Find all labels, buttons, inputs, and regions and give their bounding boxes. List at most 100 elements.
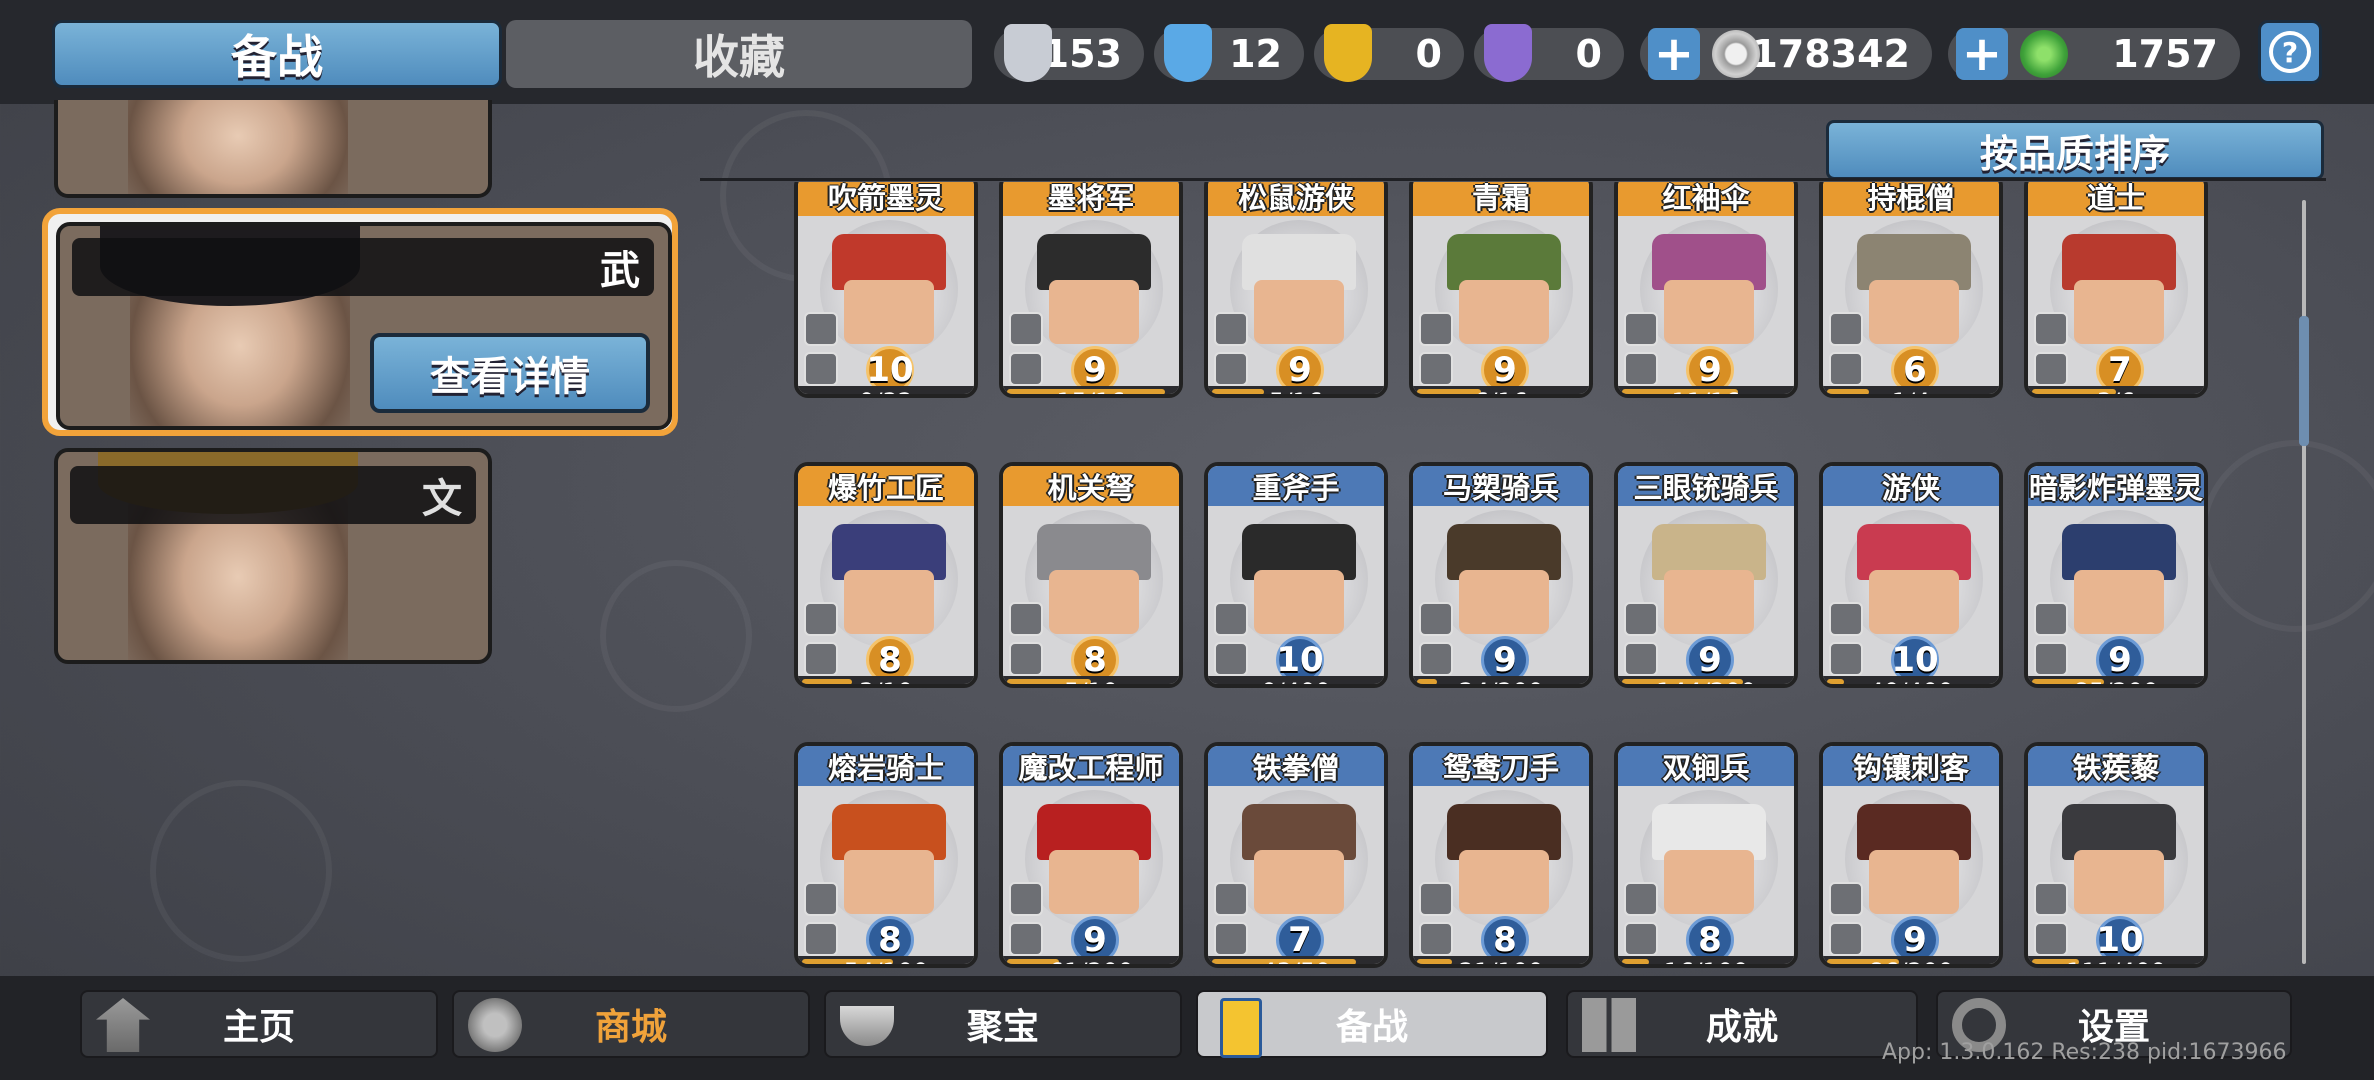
unit-progress-text: 3/6 [2028, 388, 2204, 394]
unit-face [1869, 280, 1959, 344]
hero-card-civil[interactable]: 文 [54, 448, 492, 664]
unit-progress-text: 40/400 [1823, 678, 1999, 684]
unit-card[interactable]: 持棍僧61/4 [1819, 182, 2003, 398]
cards-icon [1220, 998, 1262, 1058]
unit-name: 三眼铳骑兵 [1618, 466, 1794, 506]
unit-trait-icon [1829, 922, 1863, 956]
unit-skill-icon [804, 602, 838, 636]
unit-card[interactable]: 铁拳僧743/50 [1204, 742, 1388, 968]
unit-card[interactable]: 熔岩骑士854/100 [794, 742, 978, 968]
unit-face [1459, 850, 1549, 914]
unit-face [1049, 850, 1139, 914]
unit-grid: 吹箭墨灵100/32墨将军915/16松鼠游侠95/16青霜96/16红袖伞91… [780, 182, 2220, 982]
unit-card[interactable]: 三眼铳骑兵9144/200 [1614, 462, 1798, 688]
help-button[interactable]: ? [2258, 20, 2322, 84]
unit-skill-icon [1009, 312, 1043, 346]
unit-face [1254, 280, 1344, 344]
jade-icon [2020, 30, 2068, 78]
unit-card[interactable]: 双锏兵816/100 [1614, 742, 1798, 968]
unit-name: 熔岩骑士 [798, 746, 974, 786]
nav-treasure[interactable]: 聚宝 [824, 990, 1182, 1058]
nav-home[interactable]: 主页 [80, 990, 438, 1058]
background-pattern [2200, 440, 2374, 632]
unit-progress-text: 16/100 [1618, 958, 1794, 964]
unit-skill-icon [804, 882, 838, 916]
unit-card[interactable]: 游侠1040/400 [1819, 462, 2003, 688]
unit-name: 鸳鸯刀手 [1413, 746, 1589, 786]
unit-card[interactable]: 魔改工程师961/200 [999, 742, 1183, 968]
unit-progress-text: 24/200 [1413, 678, 1589, 684]
unit-card[interactable]: 暗影炸弹墨灵985/200 [2024, 462, 2208, 688]
unit-face [844, 280, 934, 344]
resource-value: 12 [1229, 32, 1282, 76]
unit-progress-text: 11/16 [1618, 388, 1794, 394]
nav-achievement[interactable]: 成就 [1566, 990, 1918, 1058]
resource-value: 153 [1042, 32, 1122, 76]
hero-card-partial[interactable] [54, 100, 492, 198]
unit-card[interactable]: 马槊骑兵924/200 [1409, 462, 1593, 688]
unit-card[interactable]: 鸳鸯刀手821/100 [1409, 742, 1593, 968]
unit-face [1459, 570, 1549, 634]
unit-progress-text: 54/100 [798, 958, 974, 964]
sort-by-quality-button[interactable]: 按品质排序 [1826, 120, 2324, 180]
hero-class-label: 武 [600, 248, 640, 294]
unit-name: 爆竹工匠 [798, 466, 974, 506]
tab-collection[interactable]: 收藏 [506, 20, 972, 88]
view-details-button[interactable]: 查看详情 [370, 333, 650, 413]
unit-progress-text: 6/16 [1413, 388, 1589, 394]
silver-shield-icon [1004, 24, 1052, 82]
unit-progress-text: 43/50 [1208, 958, 1384, 964]
unit-trait-icon [1829, 642, 1863, 676]
achievement-grid-icon [1582, 998, 1636, 1052]
unit-progress-text: 86/200 [1823, 958, 1999, 964]
unit-name: 吹箭墨灵 [798, 182, 974, 216]
unit-card[interactable]: 墨将军915/16 [999, 182, 1183, 398]
tab-prepare[interactable]: 备战 [52, 20, 502, 88]
unit-face [1459, 280, 1549, 344]
add-jade-button[interactable]: + [1956, 26, 2008, 82]
nav-label: 聚宝 [966, 1007, 1039, 1048]
unit-face [1664, 280, 1754, 344]
unit-face [1664, 850, 1754, 914]
purple-shield-icon [1484, 24, 1532, 82]
unit-card[interactable]: 铁蒺藜10111/400 [2024, 742, 2208, 968]
unit-trait-icon [2034, 642, 2068, 676]
unit-progress-text: 61/200 [1003, 958, 1179, 964]
unit-name: 道士 [2028, 182, 2204, 216]
unit-trait-icon [1624, 642, 1658, 676]
nav-prepare[interactable]: 备战 [1196, 990, 1548, 1058]
help-icon: ? [2269, 31, 2311, 73]
nav-label: 备战 [1335, 1007, 1408, 1048]
unit-name: 松鼠游侠 [1208, 182, 1384, 216]
unit-card[interactable]: 重斧手100/400 [1204, 462, 1388, 688]
unit-skill-icon [1624, 882, 1658, 916]
unit-card[interactable]: 道士73/6 [2024, 182, 2208, 398]
unit-card[interactable]: 红袖伞911/16 [1614, 182, 1798, 398]
unit-card[interactable]: 钩镶刺客986/200 [1819, 742, 2003, 968]
unit-card[interactable]: 爆竹工匠83/10 [794, 462, 978, 688]
unit-skill-icon [1829, 312, 1863, 346]
resource-silver-shield: 153 [994, 24, 1144, 82]
unit-card[interactable]: 青霜96/16 [1409, 182, 1593, 398]
unit-name: 铁蒺藜 [2028, 746, 2204, 786]
unit-card[interactable]: 机关弩85/10 [999, 462, 1183, 688]
unit-skill-icon [1829, 882, 1863, 916]
unit-trait-icon [1214, 642, 1248, 676]
unit-skill-icon [1624, 602, 1658, 636]
nav-shop[interactable]: 商城 [452, 990, 810, 1058]
unit-name: 红袖伞 [1618, 182, 1794, 216]
nav-label: 商城 [594, 1007, 667, 1048]
unit-face [844, 850, 934, 914]
scrollbar-thumb[interactable] [2299, 316, 2309, 446]
unit-progress-text: 0/400 [1208, 678, 1384, 684]
unit-card[interactable]: 松鼠游侠95/16 [1204, 182, 1388, 398]
unit-skill-icon [1419, 882, 1453, 916]
unit-card[interactable]: 吹箭墨灵100/32 [794, 182, 978, 398]
unit-progress-text: 111/400 [2028, 958, 2204, 964]
unit-skill-icon [1009, 882, 1043, 916]
unit-trait-icon [1419, 922, 1453, 956]
unit-trait-icon [2034, 352, 2068, 386]
coins-icon [468, 998, 522, 1052]
scrollbar-track[interactable] [2302, 200, 2306, 964]
add-coins-button[interactable]: + [1648, 26, 1700, 82]
